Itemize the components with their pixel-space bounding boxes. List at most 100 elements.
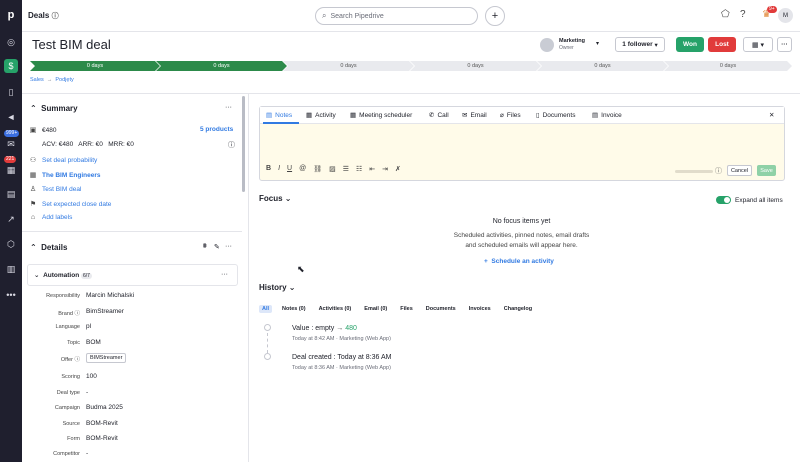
- products-link[interactable]: 5 products: [200, 126, 233, 133]
- details-header[interactable]: ⌃ Details: [30, 243, 67, 252]
- field-value[interactable]: 100: [86, 373, 97, 380]
- labels-row[interactable]: ⌂ Add labels: [29, 214, 72, 221]
- field-value[interactable]: BOM-Revit: [86, 420, 118, 427]
- info-icon[interactable]: ⓘ: [52, 13, 59, 20]
- field-value[interactable]: Marcin Michalski: [86, 292, 134, 299]
- tab-files[interactable]: ⌀ Files: [500, 111, 521, 120]
- field-value[interactable]: Budma 2025: [86, 404, 123, 411]
- insights-icon[interactable]: ↗: [4, 212, 18, 226]
- field-value[interactable]: -: [86, 450, 88, 457]
- field-value[interactable]: BOM-Revit: [86, 435, 118, 442]
- tab-documents[interactable]: ▯ Documents: [536, 111, 575, 120]
- bullet-list-icon[interactable]: ☰: [343, 165, 349, 177]
- mention-icon[interactable]: @: [299, 165, 306, 177]
- history-tab-documents[interactable]: Documents: [423, 305, 459, 313]
- products-icon[interactable]: ⬡: [4, 237, 18, 251]
- bold-icon[interactable]: B: [266, 165, 271, 177]
- leads-icon[interactable]: ▯: [4, 85, 18, 99]
- indent-icon[interactable]: ⇥: [382, 165, 388, 177]
- field-value[interactable]: BOM: [86, 339, 101, 346]
- underline-icon[interactable]: U: [287, 165, 292, 177]
- follower-button[interactable]: 1 follower ▾: [615, 37, 665, 52]
- contacts-icon[interactable]: ▤: [4, 187, 18, 201]
- numbered-list-icon[interactable]: ☷: [356, 165, 362, 177]
- field-label: Language: [55, 324, 80, 330]
- expand-all-toggle[interactable]: Expand all items: [716, 196, 783, 204]
- history-tab-changelog[interactable]: Changelog: [501, 305, 535, 313]
- summary-more-icon[interactable]: ···: [225, 104, 232, 111]
- tab-activity[interactable]: ▦ Activity: [306, 111, 336, 120]
- save-button[interactable]: Save: [757, 165, 776, 176]
- person-row[interactable]: ♙ Test BIM deal: [29, 185, 82, 194]
- cancel-button[interactable]: Cancel: [727, 165, 752, 176]
- calendar-icon[interactable]: ▦: [4, 163, 18, 177]
- pipeline-stage[interactable]: 0 days: [664, 61, 792, 71]
- history-tab-invoices[interactable]: Invoices: [466, 305, 494, 313]
- tab-meeting-scheduler[interactable]: ▦ Meeting scheduler: [350, 111, 412, 120]
- toggle-switch[interactable]: [716, 196, 731, 204]
- italic-icon[interactable]: I: [278, 165, 280, 177]
- more-icon[interactable]: •••: [4, 288, 18, 302]
- deals-icon[interactable]: $: [4, 59, 18, 73]
- pipeline-stage[interactable]: 0 days: [410, 61, 541, 71]
- outdent-icon[interactable]: ⇤: [369, 165, 375, 177]
- pipeline-stage[interactable]: 0 days: [537, 61, 668, 71]
- pipedrive-logo[interactable]: p: [4, 8, 18, 22]
- won-button[interactable]: Won: [676, 37, 704, 52]
- history-tab-files[interactable]: Files: [397, 305, 416, 313]
- field-value[interactable]: pl: [86, 323, 91, 330]
- image-icon[interactable]: ▨: [329, 165, 336, 177]
- view-switch-button[interactable]: ▦ ▾: [743, 37, 773, 52]
- lost-button[interactable]: Lost: [708, 37, 736, 52]
- focus-header[interactable]: Focus ⌄: [259, 194, 292, 203]
- tab-notes[interactable]: ▤ Notes: [266, 111, 292, 120]
- more-actions-button[interactable]: ···: [777, 37, 792, 52]
- clear-format-icon[interactable]: ✗: [395, 165, 401, 177]
- summary-header[interactable]: ⌃ Summary: [30, 104, 78, 113]
- user-avatar[interactable]: M: [778, 8, 793, 23]
- edit-icon[interactable]: ✎: [214, 243, 220, 251]
- extensions-icon[interactable]: ⬠: [721, 9, 730, 20]
- history-tab-activities[interactable]: Activities (0): [316, 305, 355, 313]
- breadcrumb-item[interactable]: Podjęty: [55, 77, 73, 83]
- help-icon[interactable]: ?: [740, 9, 746, 20]
- pipeline-stage[interactable]: 0 days: [30, 61, 160, 71]
- details-more-icon[interactable]: ···: [225, 243, 232, 250]
- deal-value-row[interactable]: ▣ €480: [29, 126, 57, 135]
- history-header[interactable]: History ⌄: [259, 283, 296, 292]
- schedule-activity-link[interactable]: + Schedule an activity: [484, 258, 554, 265]
- pipeline-stage[interactable]: 0 days: [156, 61, 287, 71]
- campaigns-icon[interactable]: ◄: [4, 110, 18, 124]
- deal-title[interactable]: Test BIM deal: [32, 37, 111, 52]
- breadcrumb-item[interactable]: Sales: [30, 77, 44, 83]
- tab-invoice[interactable]: ▤ Invoice: [592, 111, 622, 120]
- close-date-row[interactable]: ⚑ Set expected close date: [29, 200, 112, 209]
- field-value[interactable]: -: [86, 389, 88, 396]
- organization-row[interactable]: ▦ The BIM Engineers: [29, 171, 101, 180]
- field-value[interactable]: BimStreamer: [86, 308, 124, 315]
- probability-row[interactable]: ⚇ Set deal probability: [29, 156, 97, 165]
- owner-selector[interactable]: Marketing Owner ▾: [540, 37, 605, 53]
- link-icon[interactable]: ⛓: [313, 165, 322, 177]
- search-input[interactable]: ⌕ Search Pipedrive: [315, 7, 478, 25]
- marketplace-icon[interactable]: ▥: [4, 262, 18, 276]
- close-icon[interactable]: ✕: [769, 111, 774, 119]
- automation-header[interactable]: ⌄ Automation 6/7: [34, 271, 92, 279]
- info-icon[interactable]: ⓘ: [228, 140, 235, 150]
- automation-more-icon[interactable]: ···: [221, 271, 228, 278]
- left-panel-scrollbar[interactable]: [242, 96, 245, 192]
- offer-tag[interactable]: BIMStreamer: [86, 353, 127, 363]
- info-icon[interactable]: ⓘ: [74, 357, 80, 363]
- history-tab-email[interactable]: Email (0): [361, 305, 390, 313]
- mail-icon[interactable]: ✉: [4, 137, 18, 151]
- pipeline-stage[interactable]: 0 days: [283, 61, 414, 71]
- focus-icon[interactable]: ◎: [4, 35, 18, 49]
- history-tab-notes[interactable]: Notes (0): [279, 305, 309, 313]
- info-icon[interactable]: ⓘ: [74, 311, 80, 317]
- info-icon[interactable]: ⓘ: [715, 166, 722, 176]
- tab-email[interactable]: ✉ Email: [462, 111, 487, 120]
- history-tab-all[interactable]: All: [259, 305, 273, 313]
- filter-icon[interactable]: ⩩: [203, 243, 207, 251]
- quick-add-button[interactable]: +: [485, 6, 505, 26]
- tab-call[interactable]: ✆ Call: [429, 111, 449, 120]
